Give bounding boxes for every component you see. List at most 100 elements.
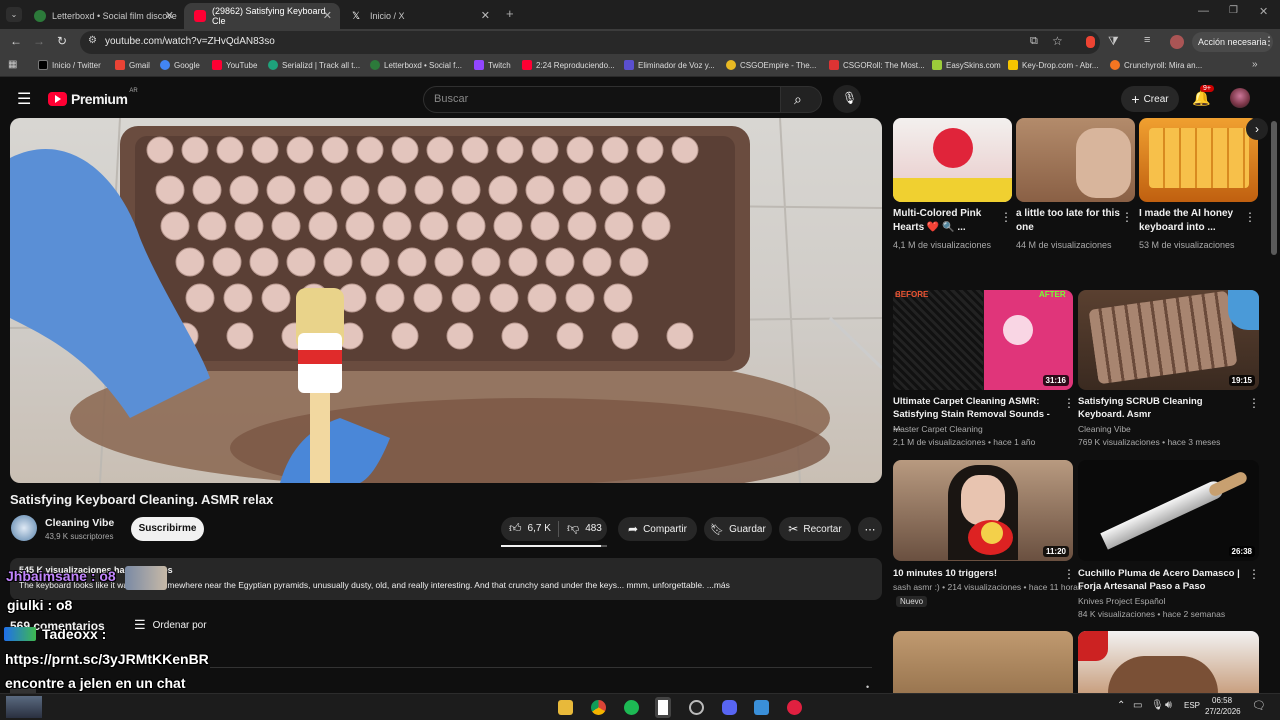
extensions-icon[interactable]: ⧩ [1108,34,1119,49]
bookmark-twitter[interactable]: Inicio / Twitter [38,60,101,70]
app-window-icon[interactable] [754,700,769,715]
video-thumbnail[interactable]: BEFORE AFTER 31:16 [893,290,1073,390]
video-thumbnail[interactable]: 19:15 [1078,290,1259,390]
video-title-link[interactable]: 10 minutes 10 triggers! [893,567,1055,581]
short-title[interactable]: a little too late for this one [1016,207,1121,235]
bookmark-google[interactable]: Google [160,60,200,70]
close-icon[interactable]: ✕ [323,9,332,22]
bookmark-crunchyroll[interactable]: Crunchyroll: Mira an... [1110,60,1202,70]
video-thumbnail[interactable]: 11:20 [893,460,1073,561]
notepad-icon[interactable] [655,697,671,718]
bookmark-youtube[interactable]: YouTube [212,60,257,70]
new-tab-icon[interactable]: + [506,6,514,21]
like-button[interactable]: 👍︎ 6,7 K [509,521,551,536]
avatar-small[interactable] [1170,35,1184,49]
video-more-icon[interactable]: ⋮ [1248,396,1260,410]
window-close-icon[interactable]: ✕ [1259,5,1268,18]
video-thumbnail[interactable]: 26:38 [1078,460,1259,561]
red-app-icon[interactable] [787,700,802,715]
create-button[interactable]: + Crear [1121,86,1179,112]
short-thumbnail[interactable] [1016,118,1135,202]
avatar[interactable] [1230,88,1250,108]
restore-icon[interactable]: ❐ [1229,5,1238,16]
volume-icon[interactable]: 🔊︎ [1165,699,1172,712]
reload-icon[interactable]: ↻ [57,34,67,48]
tab-x[interactable]: 𝕏 Inicio / X ✕ [342,3,498,29]
install-icon[interactable]: ⧉ [1030,35,1038,48]
tray-chevron-icon[interactable]: ⌃ [1117,700,1125,711]
save-button[interactable]: 🔖︎ Guardar [704,517,772,541]
video-thumbnail[interactable] [893,631,1073,693]
notifications-button[interactable]: 🔔 9+ [1192,85,1214,108]
bookmark-easyskins[interactable]: EasySkins.com [932,60,1001,70]
bookmark-gmail[interactable]: Gmail [115,60,150,70]
spotify-icon[interactable] [624,700,639,715]
channel-name[interactable]: Cleaning Vibe [45,517,114,529]
site-info-icon[interactable]: ⚙ [88,35,97,46]
hamburger-menu-icon[interactable]: ☰ [17,89,31,109]
more-actions-button[interactable]: ⋯ [858,517,882,541]
address-bar[interactable]: ⚙ youtube.com/watch?v=ZHvQdAN83so ⧉ ☆ [80,31,1100,54]
tab-search-icon[interactable]: ⌄ [6,7,22,22]
search-input[interactable]: Buscar [423,86,781,113]
tab-youtube[interactable]: (29862) Satisfying Keyboard Cle ✕ [184,3,340,29]
channel-avatar[interactable] [11,515,37,541]
clock-date[interactable]: 27/2/2026 [1205,707,1241,716]
apps-icon[interactable]: ▦ [8,59,17,70]
bookmark-letterboxd[interactable]: Letterboxd • Social f... [370,60,462,70]
bookmark-twitch[interactable]: Twitch [474,60,511,70]
tray-display-icon[interactable]: ▭ [1133,700,1142,711]
short-title[interactable]: Multi-Colored Pink Hearts ❤️ 🔍 ... [893,207,998,235]
bookmark-csgoroll[interactable]: CSGORoll: The Most... [829,60,925,70]
subscribe-button[interactable]: Suscribirme [131,517,204,541]
voice-search-button[interactable]: 🎙 [833,85,861,113]
dislike-button[interactable]: 👎︎ 483 [567,521,602,536]
bookmark-star-icon[interactable]: ☆ [1052,34,1063,48]
sort-comments-button[interactable]: ☰ Ordenar por [134,617,207,633]
tab-letterboxd[interactable]: Letterboxd • Social film discove ✕ [24,3,182,29]
close-icon[interactable]: ✕ [165,9,174,22]
more-bookmarks-icon[interactable]: » [1252,59,1258,70]
notification-center-icon[interactable]: 🗨︎ [1252,699,1266,712]
share-button[interactable]: ➦ Compartir [618,517,697,541]
short-more-icon[interactable]: ⋮ [1121,210,1133,224]
forward-icon[interactable]: → [33,34,45,48]
back-icon[interactable]: ← [10,34,22,48]
video-more-icon[interactable]: ⋮ [1063,396,1075,410]
close-icon[interactable]: ✕ [481,9,490,22]
video-thumbnail[interactable] [1078,631,1259,693]
comment-more-icon[interactable]: • [866,682,869,692]
short-more-icon[interactable]: ⋮ [1000,210,1012,224]
page-scrollbar[interactable] [1271,121,1277,255]
video-more-icon[interactable]: ⋮ [1063,567,1075,581]
language-indicator[interactable]: ESP [1184,701,1200,710]
extension-red-icon[interactable] [1086,36,1095,48]
search-button[interactable]: ⌕ [781,86,822,113]
shorts-next-button[interactable]: › [1246,118,1268,140]
short-title[interactable]: I made the AI honey keyboard into ... [1139,207,1244,235]
file-explorer-icon[interactable] [558,700,573,715]
media-icon[interactable]: ≡ [1144,34,1150,46]
profile-action-label[interactable]: Acción necesaria [1192,32,1273,52]
microphone-tray-icon[interactable]: 🎙︎ [1151,700,1164,711]
clock-time[interactable]: 06:58 [1212,696,1232,705]
video-more-icon[interactable]: ⋮ [1248,567,1260,581]
youtube-logo[interactable]: Premium AR [48,88,138,107]
chrome-icon[interactable] [591,700,606,715]
short-thumbnail[interactable] [1139,118,1258,202]
clip-button[interactable]: ✂ Recortar [779,517,851,541]
discord-icon[interactable] [722,700,737,715]
video-player[interactable] [10,118,882,483]
menu-kebab-icon[interactable]: ⋮ [1263,34,1275,48]
video-title-link[interactable]: Satisfying SCRUB Cleaning Keyboard. Asmr [1078,395,1243,421]
obs-icon[interactable] [689,700,704,715]
bookmark-csgoempire[interactable]: CSGOEmpire - The... [726,60,816,70]
short-more-icon[interactable]: ⋮ [1244,210,1256,224]
video-title-link[interactable]: Cuchillo Pluma de Acero Damasco | Forja … [1078,567,1243,593]
minimize-icon[interactable]: — [1198,5,1209,17]
bookmark-voice-remover[interactable]: Eliminador de Voz y... [624,60,715,70]
bookmark-serializd[interactable]: Serializd | Track all t... [268,60,360,70]
bookmark-keydrop[interactable]: Key-Drop.com - Abr... [1008,60,1098,70]
short-thumbnail[interactable] [893,118,1012,202]
bookmark-playing[interactable]: 2:24 Reproduciendo... [522,60,615,70]
